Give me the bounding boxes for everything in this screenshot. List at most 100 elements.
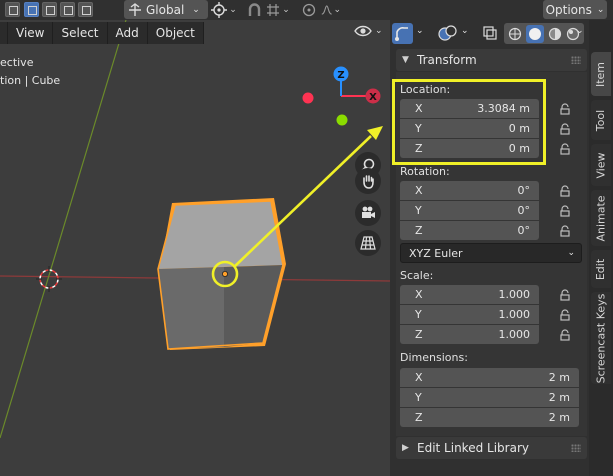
xray-toggle[interactable] bbox=[483, 26, 499, 42]
overlays-icon bbox=[438, 25, 457, 41]
chevron-down-icon: ⌄ bbox=[229, 5, 237, 15]
lock-icon[interactable] bbox=[559, 143, 571, 155]
scale-x-field[interactable]: X 1.000 bbox=[400, 285, 539, 304]
chevron-down-icon: ⌄ bbox=[567, 248, 575, 258]
3d-cursor-icon bbox=[36, 266, 62, 292]
select-box-mode-icon[interactable] bbox=[5, 2, 20, 17]
pivot-point-icon bbox=[211, 2, 228, 18]
lock-icon[interactable] bbox=[559, 225, 571, 237]
transform-orientation-dropdown[interactable]: Global ⌄ bbox=[124, 0, 208, 19]
field-axis-label: X bbox=[415, 184, 423, 197]
snap-grid-icon bbox=[267, 4, 280, 16]
select-subtract-mode-icon[interactable] bbox=[60, 2, 75, 17]
camera-view-button[interactable] bbox=[355, 200, 381, 226]
tab-animate-label: Animate bbox=[594, 194, 608, 242]
viewport-menu-bar: View Select Add Object bbox=[0, 22, 204, 44]
orientation-icon bbox=[129, 2, 141, 16]
viewport-tools: ⌄ bbox=[353, 23, 383, 39]
select-intersect-mode-icon[interactable] bbox=[78, 2, 93, 17]
dimensions-y-field[interactable]: Y 2 m bbox=[400, 388, 579, 407]
field-value: 1.000 bbox=[498, 288, 531, 301]
tab-edit-label: Edit bbox=[594, 258, 608, 280]
viewport-info-overlay: ective tion | Cube bbox=[0, 54, 60, 90]
3d-viewport[interactable]: Z X View Select Add Object ective tion |… bbox=[0, 20, 390, 476]
chevron-down-icon: ⌄ bbox=[333, 5, 341, 15]
menu-select[interactable]: Select bbox=[53, 22, 108, 44]
pan-view-button[interactable] bbox=[355, 168, 381, 194]
field-value: 0° bbox=[517, 204, 531, 217]
transform-section-header[interactable]: ▼ Transform bbox=[396, 49, 587, 71]
xray-icon bbox=[483, 26, 497, 40]
rotation-y-field[interactable]: Y 0° bbox=[400, 201, 539, 220]
proportional-editing-toggle[interactable] bbox=[299, 1, 319, 19]
chevron-down-icon[interactable]: ⌄ bbox=[375, 26, 383, 36]
snap-target-dropdown[interactable]: ⌄ bbox=[266, 1, 290, 19]
dimensions-x-field[interactable]: X 2 m bbox=[400, 368, 579, 387]
edit-linked-library-title: Edit Linked Library bbox=[417, 441, 529, 455]
sidebar-tab-strip: Item Tool View Animate Edit Screencast K… bbox=[589, 20, 613, 476]
tab-view[interactable]: View bbox=[591, 144, 611, 186]
lock-icon[interactable] bbox=[559, 329, 571, 341]
lock-icon[interactable] bbox=[559, 185, 571, 197]
field-value: 2 m bbox=[548, 391, 570, 404]
overlays-button[interactable] bbox=[436, 23, 460, 44]
chevron-down-icon: ⌄ bbox=[596, 4, 605, 15]
menu-object[interactable]: Object bbox=[147, 22, 204, 44]
properties-header: ⌄ ⌄ ⌄ bbox=[390, 20, 589, 48]
drag-grip-icon[interactable] bbox=[571, 444, 581, 452]
select-extend-mode-icon[interactable] bbox=[42, 2, 57, 17]
header-bar: Global ⌄ ⌄ ⌄ ⌄ Options ⌄ bbox=[0, 0, 613, 20]
options-dropdown[interactable]: Options ⌄ bbox=[543, 0, 607, 19]
tab-screencast-keys[interactable]: Screencast Keys bbox=[591, 292, 611, 384]
lock-icon[interactable] bbox=[559, 309, 571, 321]
material-preview-icon[interactable] bbox=[548, 27, 562, 41]
rotation-x-field[interactable]: X 0° bbox=[400, 181, 539, 200]
tab-animate[interactable]: Animate bbox=[591, 190, 611, 246]
visibility-eye-icon[interactable] bbox=[353, 23, 375, 39]
proportional-editing-icon bbox=[302, 3, 316, 17]
navigation-gizmo: Z X bbox=[302, 66, 381, 126]
chevron-down-icon[interactable]: ⌄ bbox=[576, 26, 584, 36]
magnet-icon bbox=[248, 2, 260, 16]
grid-perspective-icon bbox=[360, 236, 376, 250]
transform-gizmo-icon bbox=[395, 27, 408, 41]
rotation-mode-dropdown[interactable]: XYZ Euler ⌄ bbox=[400, 243, 582, 263]
chevron-down-icon: ⌄ bbox=[282, 5, 290, 15]
field-axis-label: Z bbox=[415, 411, 423, 424]
chevron-down-icon[interactable]: ⌄ bbox=[416, 26, 424, 36]
tab-tool[interactable]: Tool bbox=[591, 100, 611, 140]
chevron-down-icon[interactable]: ⌄ bbox=[461, 26, 469, 36]
field-value: 0° bbox=[517, 184, 531, 197]
toggle-perspective-button[interactable] bbox=[355, 230, 381, 256]
transform-tool-button[interactable] bbox=[392, 23, 413, 44]
orientation-label: Global bbox=[146, 2, 185, 17]
tab-item[interactable]: Item bbox=[591, 52, 611, 96]
solid-shading-icon[interactable] bbox=[526, 24, 544, 43]
drag-grip-icon[interactable] bbox=[571, 56, 581, 64]
proportional-falloff-dropdown[interactable]: ⌄ bbox=[321, 1, 341, 19]
select-new-mode-icon[interactable] bbox=[24, 2, 39, 17]
lock-icon[interactable] bbox=[559, 103, 571, 115]
gizmo-negative-x-handle bbox=[302, 92, 314, 104]
pivot-point-dropdown[interactable]: ⌄ bbox=[209, 1, 239, 19]
tab-screencast-keys-label: Screencast Keys bbox=[594, 293, 608, 383]
menu-view[interactable]: View bbox=[8, 22, 54, 44]
dimensions-label: Dimensions: bbox=[400, 351, 468, 364]
wireframe-shading-icon[interactable] bbox=[508, 27, 522, 41]
menu-add[interactable]: Add bbox=[107, 22, 148, 44]
edit-linked-library-header[interactable]: ▶ Edit Linked Library bbox=[396, 437, 587, 459]
annotation-highlight-box bbox=[392, 79, 546, 165]
lock-icon[interactable] bbox=[559, 123, 571, 135]
field-axis-label: Y bbox=[415, 308, 422, 321]
rotation-z-field[interactable]: Z 0° bbox=[400, 221, 539, 240]
tab-edit[interactable]: Edit bbox=[591, 250, 611, 288]
tab-view-label: View bbox=[594, 151, 608, 179]
field-axis-label: Z bbox=[415, 224, 423, 237]
scale-z-field[interactable]: Z 1.000 bbox=[400, 325, 539, 344]
lock-icon[interactable] bbox=[559, 289, 571, 301]
snap-toggle[interactable] bbox=[244, 1, 264, 19]
scale-y-field[interactable]: Y 1.000 bbox=[400, 305, 539, 324]
field-axis-label: Y bbox=[415, 204, 422, 217]
dimensions-z-field[interactable]: Z 2 m bbox=[400, 408, 579, 427]
lock-icon[interactable] bbox=[559, 205, 571, 217]
